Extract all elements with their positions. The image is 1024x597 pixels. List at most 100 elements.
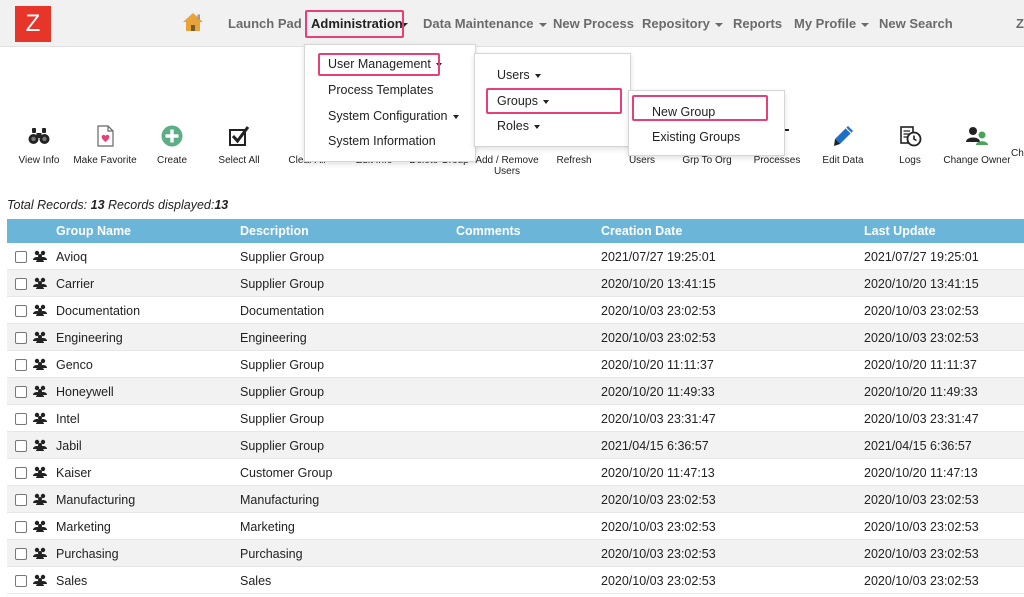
cell-creation-date: 2021/07/27 19:25:01 xyxy=(601,250,716,264)
row-checkbox[interactable] xyxy=(15,521,27,533)
tool-view-info[interactable]: View Info xyxy=(14,124,64,166)
row-checkbox[interactable] xyxy=(15,359,27,371)
table-row[interactable]: Honeywell Supplier Group 2020/10/20 11:49:… xyxy=(7,378,1024,405)
menu-process-templates[interactable]: Process Templates xyxy=(328,83,433,97)
tool-change-owner[interactable]: Change Owner xyxy=(942,124,1012,166)
table-row[interactable]: Purchasing Purchasing 2020/10/03 23:02:53 2… xyxy=(7,540,1024,567)
table-row[interactable]: Avioq Supplier Group 2021/07/27 19:25:01 20… xyxy=(7,243,1024,270)
cell-creation-date: 2020/10/03 23:31:47 xyxy=(601,412,716,426)
row-checkbox[interactable] xyxy=(15,467,27,479)
cell-creation-date: 2020/10/20 13:41:15 xyxy=(601,277,716,291)
col-comments[interactable]: Comments xyxy=(456,224,521,238)
table-row[interactable]: Carrier Supplier Group 2020/10/20 13:41:15… xyxy=(7,270,1024,297)
col-description[interactable]: Description xyxy=(240,224,309,238)
col-last-update[interactable]: Last Update xyxy=(864,224,936,238)
cell-description: Supplier Group xyxy=(240,385,325,399)
favorite-heart-icon xyxy=(97,125,114,147)
tool-edit-data[interactable]: Edit Data xyxy=(818,124,868,166)
menu-users[interactable]: Users xyxy=(497,68,541,82)
nav-my-profile[interactable]: My Profile xyxy=(794,16,870,31)
cell-description: Purchasing xyxy=(240,547,303,561)
logs-clock-icon xyxy=(900,126,922,147)
menu-new-group[interactable]: New Group xyxy=(652,105,715,119)
row-checkbox[interactable] xyxy=(15,386,27,398)
top-nav-bar: Z Launch Pad Administration Data Mainten… xyxy=(0,0,1024,47)
row-checkbox[interactable] xyxy=(15,278,27,290)
row-checkbox[interactable] xyxy=(15,413,27,425)
table-body: Avioq Supplier Group 2021/07/27 19:25:01 20… xyxy=(7,243,1024,594)
tool-make-favorite[interactable]: Make Favorite xyxy=(72,124,138,166)
tool-select-all[interactable]: Select All xyxy=(214,124,264,166)
nav-user-menu[interactable]: Z xyxy=(1016,16,1024,31)
col-creation-date[interactable]: Creation Date xyxy=(601,224,682,238)
cell-last-update: 2020/10/03 23:02:53 xyxy=(864,520,979,534)
cell-description: Customer Group xyxy=(240,466,333,480)
cell-group-name: Intel xyxy=(56,412,80,426)
cell-description: Manufacturing xyxy=(240,493,320,507)
row-checkbox[interactable] xyxy=(15,548,27,560)
group-icon xyxy=(33,304,47,316)
cell-description: Supplier Group xyxy=(240,412,325,426)
nav-new-process[interactable]: New Process xyxy=(553,16,634,31)
cell-last-update: 2020/10/03 23:02:53 xyxy=(864,331,979,345)
home-icon[interactable] xyxy=(182,11,204,33)
table-row[interactable]: Marketing Marketing 2020/10/03 23:02:53 202… xyxy=(7,513,1024,540)
group-icon xyxy=(33,277,47,289)
nav-repository[interactable]: Repository xyxy=(642,16,723,31)
cell-creation-date: 2020/10/03 23:02:53 xyxy=(601,493,716,507)
menu-existing-groups[interactable]: Existing Groups xyxy=(652,130,740,144)
group-icon xyxy=(33,250,47,262)
menu-system-configuration[interactable]: System Configuration xyxy=(328,109,459,123)
nav-administration-caret[interactable] xyxy=(400,16,408,31)
records-summary: Total Records: 13 Records displayed:13 xyxy=(7,198,229,212)
table-header: Group Name Description Comments Creation… xyxy=(7,219,1024,243)
table-row[interactable]: Documentation Documentation 2020/10/03 23:… xyxy=(7,297,1024,324)
table-row[interactable]: Sales Sales 2020/10/03 23:02:53 2020/10/03 … xyxy=(7,567,1024,594)
cell-last-update: 2020/10/03 23:02:53 xyxy=(864,493,979,507)
nav-launch-pad[interactable]: Launch Pad xyxy=(228,16,302,31)
plus-circle-icon xyxy=(161,125,183,147)
tool-logs[interactable]: Logs xyxy=(892,124,928,166)
groups-table: Group Name Description Comments Creation… xyxy=(7,219,1024,594)
row-checkbox[interactable] xyxy=(15,440,27,452)
cell-last-update: 2020/10/20 13:41:15 xyxy=(864,277,979,291)
row-checkbox[interactable] xyxy=(15,251,27,263)
nav-reports[interactable]: Reports xyxy=(733,16,782,31)
table-row[interactable]: Jabil Supplier Group 2021/04/15 6:36:57 202… xyxy=(7,432,1024,459)
cell-group-name: Genco xyxy=(56,358,93,372)
nav-data-maintenance[interactable]: Data Maintenance xyxy=(423,16,547,31)
tool-create[interactable]: Create xyxy=(152,124,192,166)
row-checkbox[interactable] xyxy=(15,494,27,506)
row-checkbox[interactable] xyxy=(15,305,27,317)
group-icon xyxy=(33,466,47,478)
cell-description: Marketing xyxy=(240,520,295,534)
row-checkbox[interactable] xyxy=(15,575,27,587)
app-logo[interactable]: Z xyxy=(15,6,51,42)
col-group-name[interactable]: Group Name xyxy=(56,224,131,238)
nav-new-search[interactable]: New Search xyxy=(879,16,953,31)
menu-system-information[interactable]: System Information xyxy=(328,134,436,148)
cell-last-update: 2020/10/20 11:11:37 xyxy=(864,358,977,372)
table-row[interactable]: Engineering Engineering 2020/10/03 23:02:5… xyxy=(7,324,1024,351)
table-row[interactable]: Kaiser Customer Group 2020/10/20 11:47:13 2… xyxy=(7,459,1024,486)
table-row[interactable]: Manufacturing Manufacturing 2020/10/03 23:… xyxy=(7,486,1024,513)
group-icon xyxy=(33,412,47,424)
table-row[interactable]: Genco Supplier Group 2020/10/20 11:11:37 20… xyxy=(7,351,1024,378)
cell-creation-date: 2020/10/03 23:02:53 xyxy=(601,574,716,588)
cell-group-name: Sales xyxy=(56,574,88,588)
cell-last-update: 2020/10/03 23:02:53 xyxy=(864,547,979,561)
cell-last-update: 2020/10/03 23:02:53 xyxy=(864,304,979,318)
administration-menu: User Management Process Templates System… xyxy=(304,44,476,162)
cell-last-update: 2020/10/03 23:02:53 xyxy=(864,574,979,588)
menu-user-management[interactable]: User Management xyxy=(328,57,442,71)
menu-groups[interactable]: Groups xyxy=(497,94,549,108)
tool-cut-off[interactable]: Ch xyxy=(1011,148,1024,159)
group-icon xyxy=(33,439,47,451)
cell-group-name: Carrier xyxy=(56,277,95,291)
cell-creation-date: 2020/10/03 23:02:53 xyxy=(601,331,716,345)
nav-administration[interactable]: Administration xyxy=(311,16,403,31)
cell-group-name: Jabil xyxy=(56,439,82,453)
row-checkbox[interactable] xyxy=(15,332,27,344)
table-row[interactable]: Intel Supplier Group 2020/10/03 23:31:47 20… xyxy=(7,405,1024,432)
menu-roles[interactable]: Roles xyxy=(497,119,540,133)
